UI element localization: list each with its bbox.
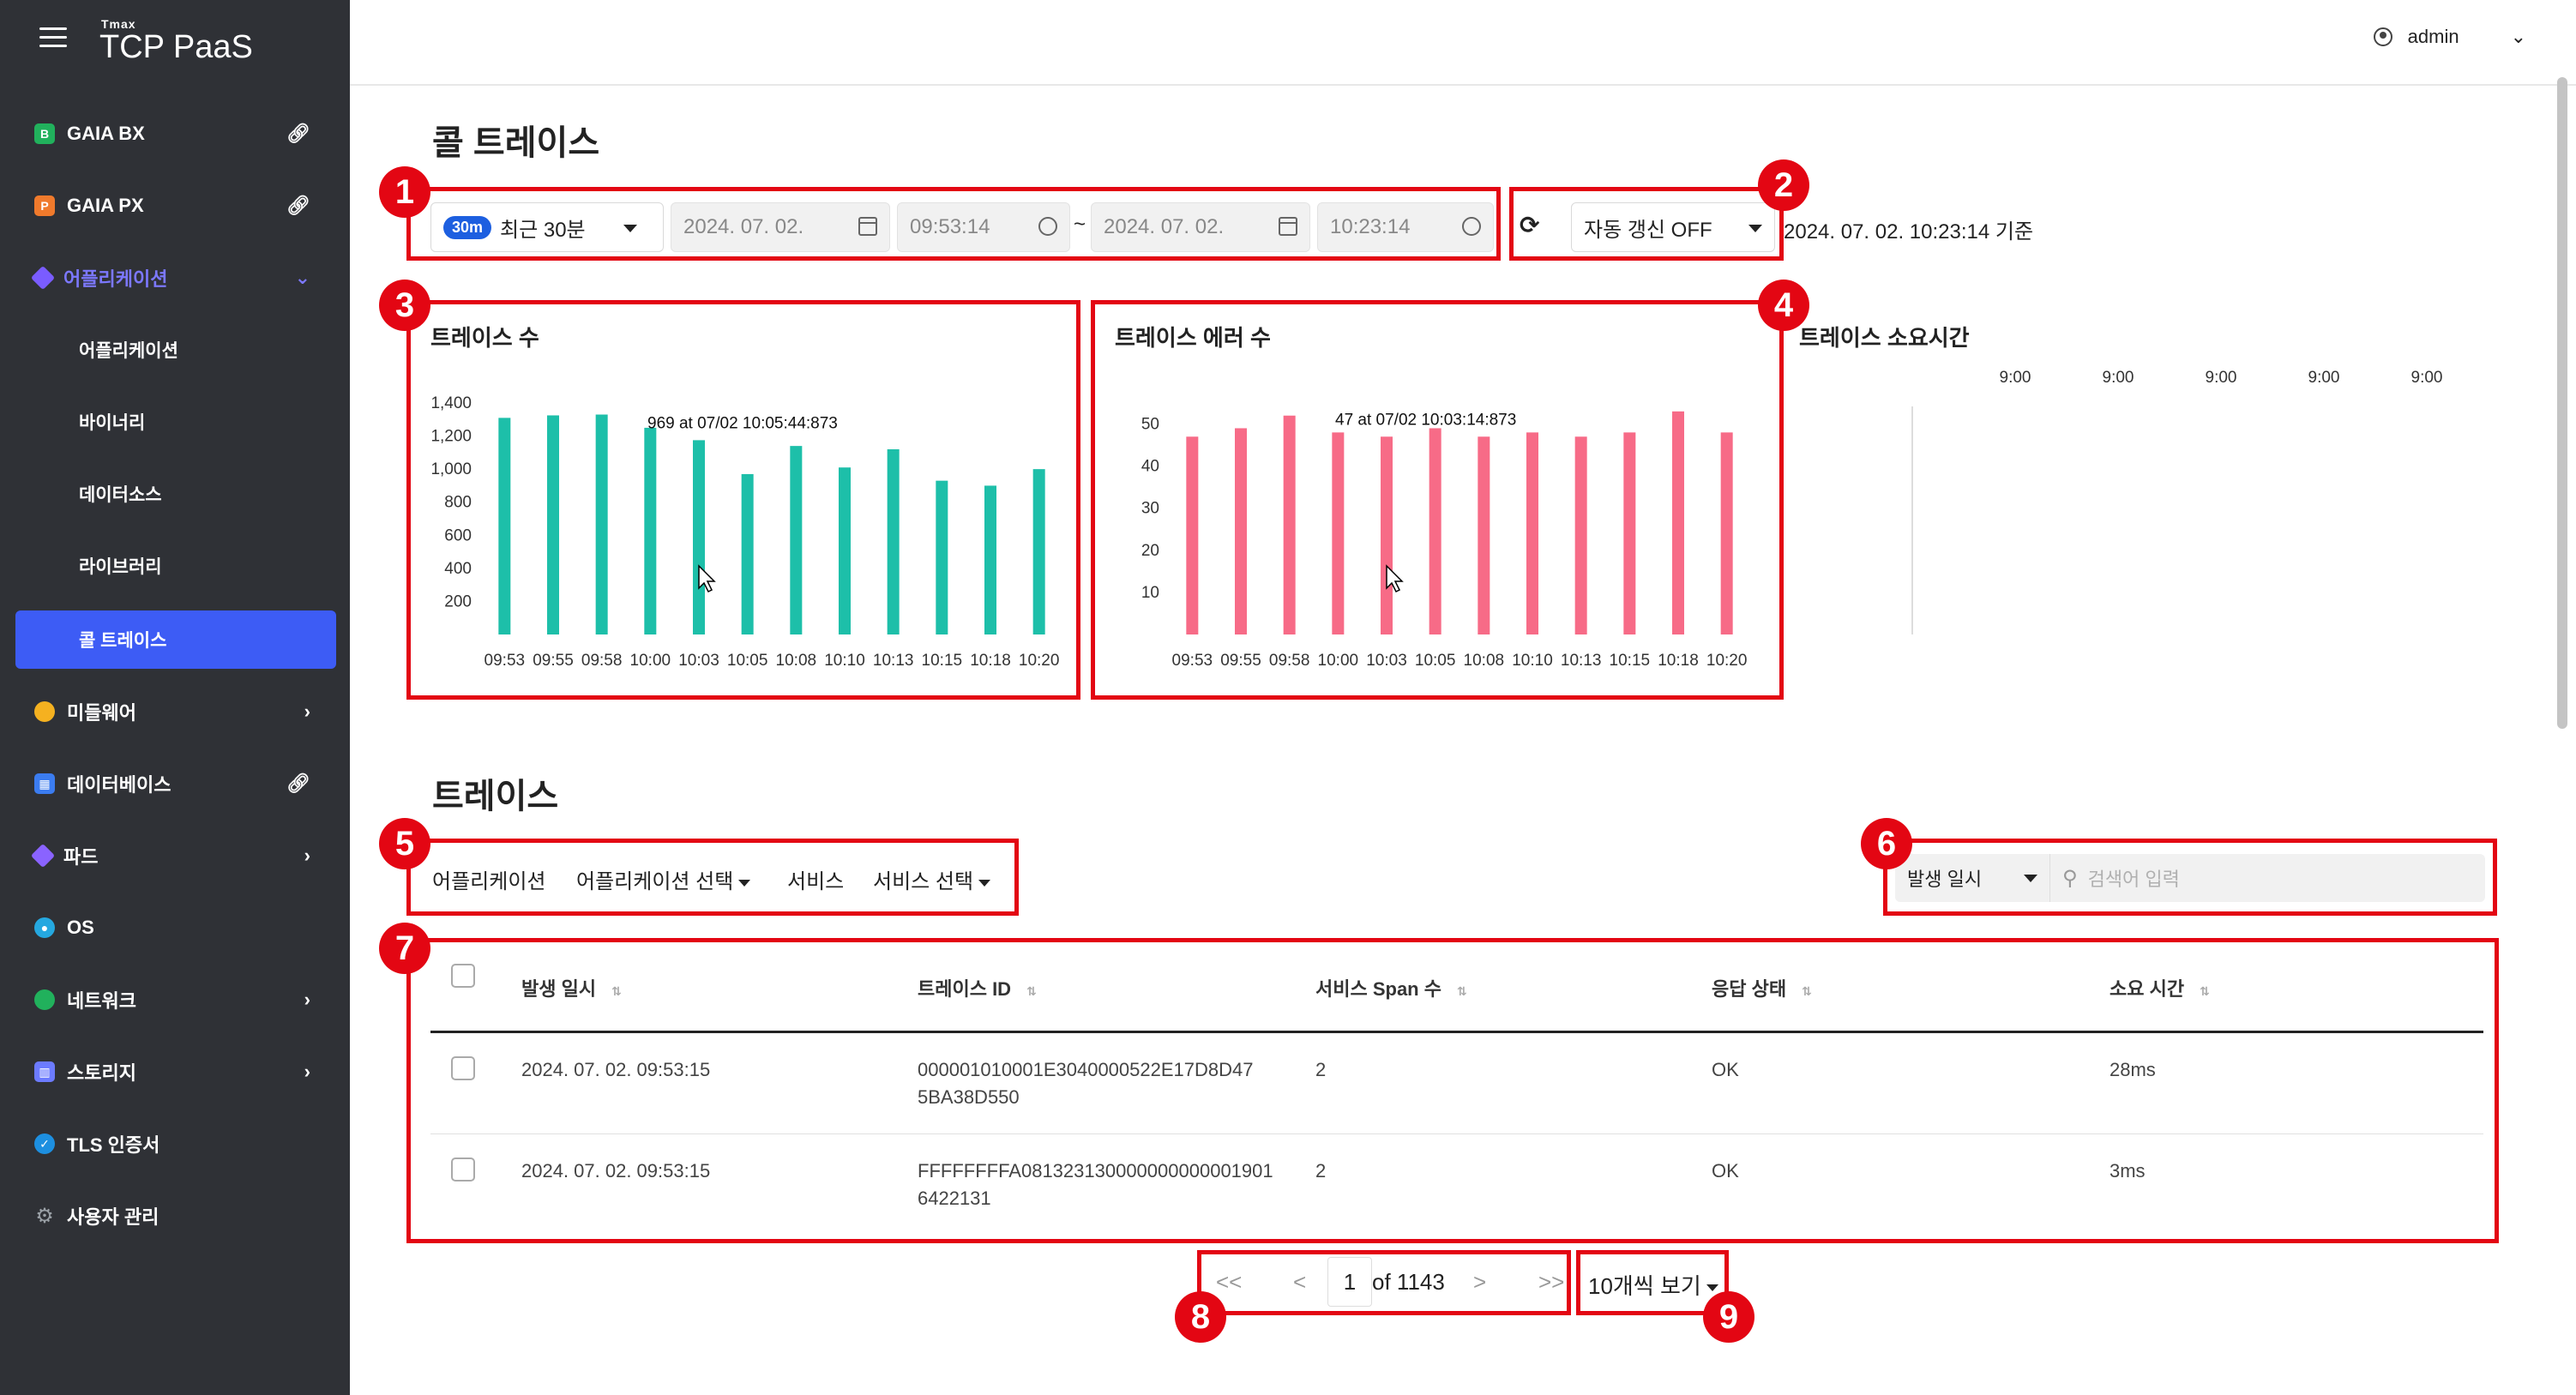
sidebar-subitem-call-trace[interactable]: 콜 트레이스: [15, 610, 336, 669]
as-of-timestamp: 2024. 07. 02. 10:23:14 기준: [1784, 220, 2034, 244]
annotation-badge-3: 3: [379, 280, 430, 331]
sidebar-item-gaia-bx[interactable]: B GAIA BX 🔗︎: [15, 105, 336, 163]
storage-icon: ▥: [34, 1061, 55, 1082]
sidebar-item-label: GAIA BX: [67, 123, 145, 144]
annotation-box-auto-refresh: [1509, 187, 1784, 261]
sidebar-item-label: 미들웨어: [67, 702, 136, 724]
sidebar-item-label: 사용자 관리: [67, 1206, 159, 1228]
os-icon: ●: [34, 917, 55, 938]
sidebar-subitem-application[interactable]: 어플리케이션: [15, 321, 336, 379]
cube-icon: [30, 265, 56, 291]
sidebar-item-label: 바이너리: [79, 413, 146, 433]
user-menu[interactable]: admin ⌄: [2373, 26, 2526, 48]
annotation-box-pagination: [1197, 1250, 1571, 1315]
chevron-right-icon: ›: [304, 701, 310, 722]
annotation-badge-8: 8: [1175, 1291, 1226, 1343]
annotation-box-search: [1883, 839, 2497, 916]
x-tick-label: 9:00: [2206, 369, 2237, 387]
annotation-badge-4: 4: [1758, 280, 1809, 331]
sidebar-item-middleware[interactable]: 미들웨어 ›: [15, 682, 336, 741]
annotation-box-time-filter: [406, 187, 1501, 261]
sidebar: Tmax TCP PaaS B GAIA BX 🔗︎ P GAIA PX 🔗︎ …: [0, 0, 350, 1395]
sidebar-item-label: 데이터소스: [79, 485, 162, 505]
x-tick-label: 9:00: [2103, 369, 2134, 387]
shield-icon: ✓: [34, 1133, 55, 1154]
sidebar-item-gaia-px[interactable]: P GAIA PX 🔗︎: [15, 177, 336, 235]
sidebar-item-label: 라이브러리: [79, 557, 162, 577]
annotation-badge-5: 5: [379, 818, 430, 869]
section-title-trace: 트레이스: [432, 778, 559, 815]
sidebar-item-label: OS: [67, 917, 94, 938]
sidebar-item-label: 파드: [63, 846, 99, 868]
sidebar-subitem-binary[interactable]: 바이너리: [15, 393, 336, 451]
annotation-badge-7: 7: [379, 923, 430, 974]
middleware-icon: [34, 701, 55, 722]
link-icon: 🔗︎: [286, 123, 310, 144]
annotation-badge-6: 6: [1861, 818, 1912, 869]
sidebar-item-label: 어플리케이션: [79, 341, 178, 361]
link-icon: 🔗︎: [286, 773, 310, 794]
x-tick-label: 9:00: [2308, 369, 2340, 387]
chevron-down-icon: ⌄: [294, 267, 310, 288]
sidebar-subitem-library[interactable]: 라이브러리: [15, 537, 336, 595]
sidebar-item-label: 스토리지: [67, 1062, 136, 1084]
page-title: 콜 트레이스: [432, 124, 600, 162]
annotation-badge-2: 2: [1758, 159, 1809, 211]
sidebar-item-label: 데이터베이스: [67, 774, 172, 796]
link-icon: 🔗︎: [286, 195, 310, 216]
sidebar-item-network[interactable]: 네트워크 ›: [15, 971, 336, 1029]
sidebar-item-database[interactable]: ▦ 데이터베이스 🔗︎: [15, 755, 336, 813]
chevron-right-icon: ›: [304, 989, 310, 1010]
chevron-right-icon: ›: [304, 1061, 310, 1082]
menu-icon[interactable]: [39, 27, 67, 50]
pod-icon: [30, 843, 56, 869]
x-tick-label: 9:00: [2411, 369, 2443, 387]
annotation-badge-9: 9: [1703, 1291, 1754, 1343]
globe-icon: [34, 989, 55, 1010]
trace-duration-chart: 9:00 9:00 9:00 9:00 9:00: [1911, 369, 2443, 634]
sidebar-item-pod[interactable]: 파드 ›: [15, 827, 336, 885]
sidebar-item-label: GAIA PX: [67, 195, 144, 216]
gaia-px-icon: P: [34, 195, 55, 216]
sidebar-item-label: 어플리케이션: [63, 268, 168, 290]
gaia-bx-icon: B: [34, 123, 55, 144]
annotation-box-trace-filters: [406, 839, 1019, 916]
chevron-right-icon: ›: [304, 845, 310, 866]
chart-title-trace-duration: 트레이스 소요시간: [1799, 325, 1970, 351]
sidebar-item-application[interactable]: 어플리케이션 ⌄: [15, 249, 336, 307]
brand-logo: TCP PaaS: [99, 29, 253, 65]
user-icon: [2373, 27, 2392, 46]
sidebar-item-label: 네트워크: [67, 990, 136, 1012]
annotation-box-trace-count-chart: [406, 300, 1080, 700]
gear-icon: ⚙: [35, 1204, 54, 1228]
user-name: admin: [2407, 26, 2459, 47]
sidebar-item-tls[interactable]: ✓ TLS 인증서: [15, 1115, 336, 1173]
sidebar-item-user-admin[interactable]: ⚙ 사용자 관리: [15, 1187, 336, 1245]
chevron-down-icon: ⌄: [2510, 26, 2526, 47]
sidebar-item-os[interactable]: ● OS: [15, 899, 336, 957]
scrollbar[interactable]: [2557, 77, 2567, 729]
sidebar-subitem-datasource[interactable]: 데이터소스: [15, 465, 336, 523]
sidebar-item-storage[interactable]: ▥ 스토리지 ›: [15, 1043, 336, 1101]
sidebar-item-label: 콜 트레이스: [79, 631, 167, 651]
x-tick-label: 9:00: [2000, 369, 2031, 387]
grid-icon: ▦: [34, 773, 55, 794]
annotation-box-trace-error-chart: [1091, 300, 1784, 700]
annotation-box-trace-table: [406, 938, 2499, 1243]
annotation-badge-1: 1: [379, 166, 430, 218]
topbar: admin ⌄: [350, 0, 2576, 86]
sidebar-item-label: TLS 인증서: [67, 1134, 160, 1156]
